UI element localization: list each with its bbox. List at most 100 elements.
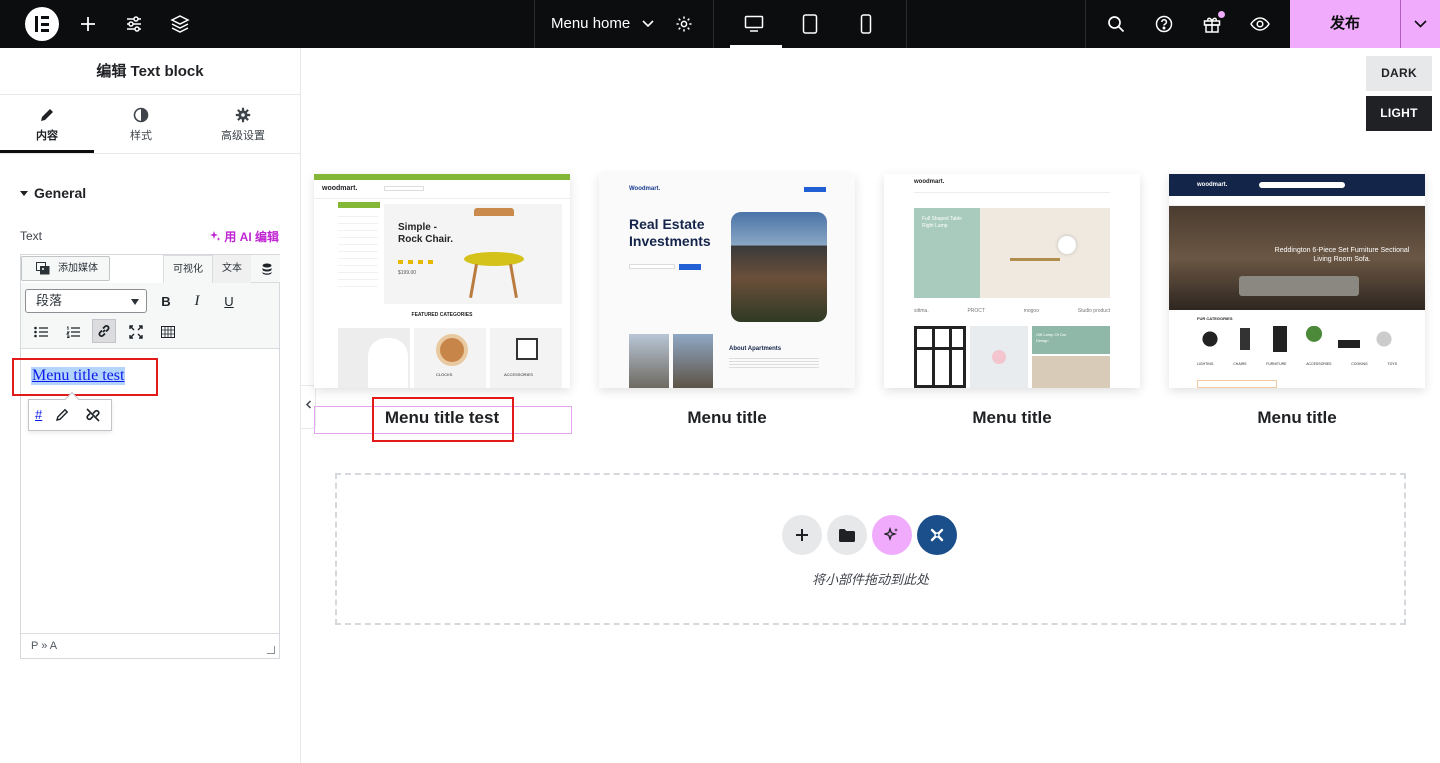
help-icon[interactable] (1152, 12, 1176, 36)
divider (713, 0, 714, 48)
ai-generate-button[interactable] (872, 515, 912, 555)
format-select[interactable]: 段落 (25, 289, 147, 313)
chair-seat (464, 252, 524, 266)
thumb-brand-logo: mogoo (1023, 308, 1039, 314)
thumb-hero-left: Full Shaped Table Right Lamp (914, 208, 980, 298)
lamp-globe (1058, 236, 1076, 254)
thumb-tile (338, 328, 410, 388)
structure-layers-icon[interactable] (168, 12, 192, 36)
thumb-brand: Woodmart. (629, 186, 661, 192)
highlight-box (12, 358, 158, 396)
underline-button[interactable]: U (217, 289, 241, 313)
thumb-photo (629, 334, 669, 388)
menu-card-image[interactable]: woodmart. Full Shaped Table Right Lamp s… (884, 174, 1140, 388)
ai-edit-button[interactable]: 用 AI 编辑 (210, 228, 279, 245)
thumb-button (804, 187, 826, 192)
numbered-list-icon[interactable] (61, 320, 85, 344)
thumb-cat-icon (1336, 326, 1363, 352)
menu-card-image[interactable]: woodmart. Reddington 6-Piece Set Furnitu… (1169, 174, 1425, 388)
menu-card-title[interactable]: Menu title (599, 408, 855, 428)
edit-link-pencil-icon[interactable] (55, 408, 69, 427)
page-settings-gear-icon[interactable] (672, 12, 696, 36)
thumb-tile: ACCESSORIES (490, 328, 562, 388)
thumb-headline: Real Estate Investments (629, 216, 711, 249)
editor-statusbar: P » A (21, 633, 279, 658)
search-icon[interactable] (1104, 12, 1128, 36)
thumb-category-labels: LIGHTING CHAIRS FURNITURE ACCESSORIES CO… (1197, 362, 1397, 366)
thumb-search (384, 186, 424, 191)
menu-card-image[interactable]: Woodmart. Real Estate Investments About … (599, 174, 855, 388)
publish-options-button[interactable] (1401, 0, 1440, 48)
italic-button[interactable]: I (185, 289, 209, 313)
add-element-icon[interactable] (76, 12, 100, 36)
thumb-input (629, 264, 675, 269)
link-url[interactable]: # (35, 407, 42, 422)
mode-visual-tab[interactable]: 可视化 (163, 255, 213, 283)
elementor-logo-icon[interactable] (25, 7, 59, 41)
chair-shape (368, 338, 408, 388)
divider (1085, 0, 1086, 48)
thumb-hero-right (980, 208, 1110, 298)
fullscreen-icon[interactable] (124, 320, 148, 344)
link-icon[interactable] (92, 319, 116, 343)
add-media-button[interactable]: 添加媒体 (21, 256, 110, 281)
thumb-brand-logo: sittma. (914, 308, 929, 314)
thumb-tile (1032, 356, 1110, 388)
tab-content[interactable]: 内容 (0, 96, 94, 153)
tablet-view-icon[interactable] (798, 12, 822, 36)
sparkle-icon (210, 231, 221, 241)
tab-style[interactable]: 样式 (94, 96, 188, 153)
menu-card-title[interactable]: Menu title (1169, 408, 1425, 428)
whats-new-gift-icon[interactable] (1200, 11, 1225, 36)
page-name-dropdown[interactable]: Menu home (551, 0, 654, 48)
add-template-button[interactable] (827, 515, 867, 555)
contrast-icon (94, 107, 188, 127)
dropzone-hint: 将小部件拖动到此处 (811, 572, 929, 587)
resize-handle[interactable] (267, 646, 275, 654)
divider (906, 0, 907, 48)
editor-content-area[interactable]: Menu title test # (12, 349, 279, 633)
sparkle-icon (884, 527, 898, 541)
chevron-down-icon (642, 20, 654, 28)
theme-light-button[interactable]: LIGHT (1366, 96, 1432, 131)
section-title: General (34, 185, 87, 201)
pencil-icon (0, 107, 94, 127)
mode-text-tab[interactable]: 文本 (213, 255, 251, 283)
bold-button[interactable]: B (154, 289, 178, 313)
site-settings-icon[interactable] (122, 12, 146, 36)
mobile-view-icon[interactable] (854, 12, 878, 36)
dynamic-tags-icon[interactable] (253, 255, 280, 283)
editor-mode-tabs: 可视化 文本 (163, 255, 280, 283)
thumb-cat-icon (1370, 326, 1397, 352)
empty-container-dropzone[interactable] (335, 473, 1406, 625)
menu-card-title[interactable]: Menu title (884, 408, 1140, 428)
menu-card-image[interactable]: woodmart. Simple - Rock Chair. $199.00 F… (314, 174, 570, 388)
kit-library-button[interactable] (917, 515, 957, 555)
thumb-cat-label: CHAIRS (1233, 362, 1247, 366)
add-section-button[interactable] (782, 515, 822, 555)
plus-icon (796, 529, 808, 541)
promo-bar (314, 174, 570, 180)
section-general-toggle[interactable]: General (20, 185, 86, 201)
preview-eye-icon[interactable] (1248, 12, 1272, 36)
thumb-brand: woodmart. (914, 179, 945, 185)
thumb-hero: Reddington 6-Piece Set Furniture Section… (1169, 206, 1425, 310)
thumb-search (1259, 182, 1345, 188)
unlink-icon[interactable] (84, 407, 102, 428)
tab-advanced[interactable]: 高级设置 (196, 96, 290, 153)
publish-button[interactable]: 发布 (1290, 0, 1400, 48)
wysiwyg-editor: 添加媒体 可视化 文本 段落 B I U Menu title test # P… (12, 254, 280, 659)
thumb-category-list (338, 210, 378, 290)
gear-icon (196, 107, 290, 127)
bullet-list-icon[interactable] (29, 320, 53, 344)
thumb-category-btn (338, 202, 380, 208)
thumb-building-photo (731, 212, 827, 322)
desktop-view-icon[interactable] (742, 12, 766, 36)
folder-icon (839, 528, 855, 542)
ai-edit-label: 用 AI 编辑 (224, 230, 280, 244)
theme-dark-button[interactable]: DARK (1366, 56, 1432, 91)
thumb-cat-label: LIGHTING (1197, 362, 1214, 366)
thumb-cat-label: FURNITURE (1266, 362, 1287, 366)
toolbar-toggle-icon[interactable] (156, 320, 180, 344)
thumb-brand-row: sittma. PROCT mogoo Studio product (914, 308, 1110, 314)
